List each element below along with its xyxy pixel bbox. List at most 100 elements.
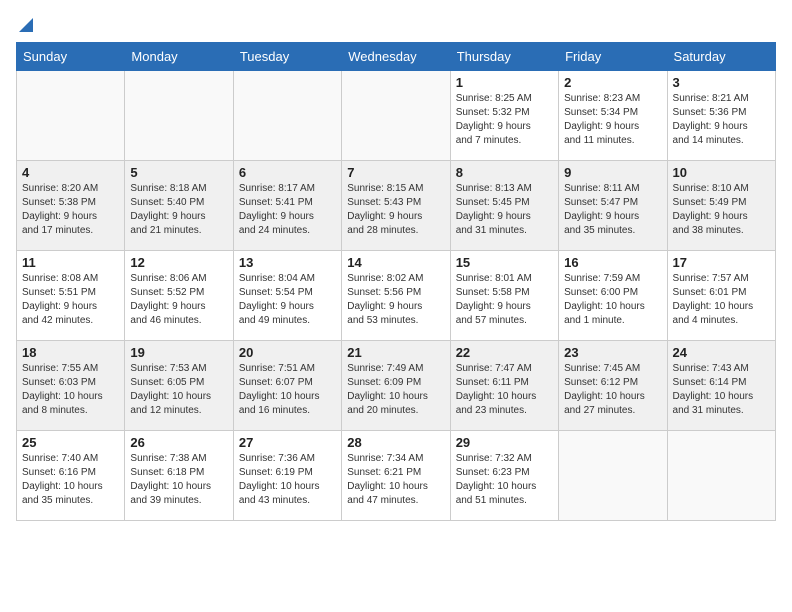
calendar-cell: 1Sunrise: 8:25 AM Sunset: 5:32 PM Daylig…: [450, 71, 558, 161]
calendar-cell: 13 Sunrise: 8:04 AM Sunset: 5:54 PM Dayli…: [233, 251, 341, 341]
day-info: Sunrise: 7:49 AM Sunset: 6:09 PM Dayligh…: [347, 362, 444, 418]
day-info: Sunrise: 7:57 AM Sunset: 6:01 PM Dayligh…: [673, 272, 770, 328]
day-number: 20: [239, 345, 336, 360]
day-info: Sunrise: 7:43 AM Sunset: 6:14 PM Dayligh…: [673, 362, 770, 418]
logo-triangle-icon: [17, 16, 35, 34]
calendar-cell: 8 Sunrise: 8:13 AM Sunset: 5:45 PM Daylig…: [450, 161, 558, 251]
day-number: 11: [22, 255, 119, 270]
day-number: 2: [564, 75, 661, 90]
calendar-cell: 23 Sunrise: 7:45 AM Sunset: 6:12 PM Dayli…: [559, 341, 667, 431]
day-info: Sunrise: 8:25 AM Sunset: 5:32 PM Dayligh…: [456, 92, 553, 148]
calendar-cell: 5 Sunrise: 8:18 AM Sunset: 5:40 PM Daylig…: [125, 161, 233, 251]
day-of-week-header: Thursday: [450, 43, 558, 71]
day-info: Sunrise: 7:45 AM Sunset: 6:12 PM Dayligh…: [564, 362, 661, 418]
day-info: Sunrise: 8:02 AM Sunset: 5:56 PM Dayligh…: [347, 272, 444, 328]
calendar-header-row: SundayMondayTuesdayWednesdayThursdayFrid…: [17, 43, 776, 71]
calendar-cell: 22 Sunrise: 7:47 AM Sunset: 6:11 PM Dayli…: [450, 341, 558, 431]
calendar-cell: 14 Sunrise: 8:02 AM Sunset: 5:56 PM Dayli…: [342, 251, 450, 341]
day-info: Sunrise: 7:59 AM Sunset: 6:00 PM Dayligh…: [564, 272, 661, 328]
day-info: Sunrise: 8:23 AM Sunset: 5:34 PM Dayligh…: [564, 92, 661, 148]
day-number: 4: [22, 165, 119, 180]
day-number: 25: [22, 435, 119, 450]
day-info: Sunrise: 8:13 AM Sunset: 5:45 PM Dayligh…: [456, 182, 553, 238]
day-number: 16: [564, 255, 661, 270]
calendar-cell: 28 Sunrise: 7:34 AM Sunset: 6:21 PM Dayli…: [342, 431, 450, 521]
day-info: Sunrise: 7:55 AM Sunset: 6:03 PM Dayligh…: [22, 362, 119, 418]
day-info: Sunrise: 8:15 AM Sunset: 5:43 PM Dayligh…: [347, 182, 444, 238]
day-info: Sunrise: 8:21 AM Sunset: 5:36 PM Dayligh…: [673, 92, 770, 148]
calendar-cell: 20 Sunrise: 7:51 AM Sunset: 6:07 PM Dayli…: [233, 341, 341, 431]
day-number: 19: [130, 345, 227, 360]
calendar-week-row: 4 Sunrise: 8:20 AM Sunset: 5:38 PM Daylig…: [17, 161, 776, 251]
calendar-cell: 12Sunrise: 8:06 AM Sunset: 5:52 PM Dayli…: [125, 251, 233, 341]
calendar-cell: 2 Sunrise: 8:23 AM Sunset: 5:34 PM Daylig…: [559, 71, 667, 161]
day-of-week-header: Monday: [125, 43, 233, 71]
calendar-week-row: 1Sunrise: 8:25 AM Sunset: 5:32 PM Daylig…: [17, 71, 776, 161]
calendar-cell: 17 Sunrise: 7:57 AM Sunset: 6:01 PM Dayli…: [667, 251, 775, 341]
day-number: 28: [347, 435, 444, 450]
calendar-cell: 11 Sunrise: 8:08 AM Sunset: 5:51 PM Dayli…: [17, 251, 125, 341]
day-info: Sunrise: 8:18 AM Sunset: 5:40 PM Dayligh…: [130, 182, 227, 238]
page-header: [16, 16, 776, 32]
day-info: Sunrise: 7:47 AM Sunset: 6:11 PM Dayligh…: [456, 362, 553, 418]
calendar-cell: 10Sunrise: 8:10 AM Sunset: 5:49 PM Dayli…: [667, 161, 775, 251]
calendar-cell: 19 Sunrise: 7:53 AM Sunset: 6:05 PM Dayli…: [125, 341, 233, 431]
logo: [16, 16, 35, 32]
day-number: 15: [456, 255, 553, 270]
calendar-cell: 15 Sunrise: 8:01 AM Sunset: 5:58 PM Dayli…: [450, 251, 558, 341]
calendar-cell: 3 Sunrise: 8:21 AM Sunset: 5:36 PM Daylig…: [667, 71, 775, 161]
day-info: Sunrise: 8:17 AM Sunset: 5:41 PM Dayligh…: [239, 182, 336, 238]
day-number: 26: [130, 435, 227, 450]
day-of-week-header: Saturday: [667, 43, 775, 71]
day-number: 18: [22, 345, 119, 360]
day-number: 24: [673, 345, 770, 360]
day-number: 27: [239, 435, 336, 450]
calendar-cell: [667, 431, 775, 521]
calendar-cell: [559, 431, 667, 521]
day-info: Sunrise: 7:40 AM Sunset: 6:16 PM Dayligh…: [22, 452, 119, 508]
day-of-week-header: Wednesday: [342, 43, 450, 71]
day-info: Sunrise: 7:36 AM Sunset: 6:19 PM Dayligh…: [239, 452, 336, 508]
calendar-cell: 7 Sunrise: 8:15 AM Sunset: 5:43 PM Daylig…: [342, 161, 450, 251]
calendar-cell: [342, 71, 450, 161]
day-number: 14: [347, 255, 444, 270]
day-number: 21: [347, 345, 444, 360]
day-info: Sunrise: 8:01 AM Sunset: 5:58 PM Dayligh…: [456, 272, 553, 328]
day-number: 7: [347, 165, 444, 180]
calendar-cell: [17, 71, 125, 161]
day-info: Sunrise: 8:20 AM Sunset: 5:38 PM Dayligh…: [22, 182, 119, 238]
day-info: Sunrise: 8:06 AM Sunset: 5:52 PM Dayligh…: [130, 272, 227, 328]
calendar-week-row: 25 Sunrise: 7:40 AM Sunset: 6:16 PM Dayli…: [17, 431, 776, 521]
day-info: Sunrise: 8:11 AM Sunset: 5:47 PM Dayligh…: [564, 182, 661, 238]
day-number: 5: [130, 165, 227, 180]
calendar-cell: 29Sunrise: 7:32 AM Sunset: 6:23 PM Dayli…: [450, 431, 558, 521]
calendar-cell: [233, 71, 341, 161]
calendar-week-row: 11 Sunrise: 8:08 AM Sunset: 5:51 PM Dayli…: [17, 251, 776, 341]
calendar-week-row: 18 Sunrise: 7:55 AM Sunset: 6:03 PM Dayli…: [17, 341, 776, 431]
day-number: 23: [564, 345, 661, 360]
calendar-cell: 18 Sunrise: 7:55 AM Sunset: 6:03 PM Dayli…: [17, 341, 125, 431]
day-info: Sunrise: 7:34 AM Sunset: 6:21 PM Dayligh…: [347, 452, 444, 508]
calendar-cell: [125, 71, 233, 161]
calendar-cell: 27 Sunrise: 7:36 AM Sunset: 6:19 PM Dayli…: [233, 431, 341, 521]
day-number: 22: [456, 345, 553, 360]
calendar-cell: 6Sunrise: 8:17 AM Sunset: 5:41 PM Daylig…: [233, 161, 341, 251]
day-number: 13: [239, 255, 336, 270]
day-info: Sunrise: 7:32 AM Sunset: 6:23 PM Dayligh…: [456, 452, 553, 508]
day-number: 9: [564, 165, 661, 180]
day-info: Sunrise: 7:53 AM Sunset: 6:05 PM Dayligh…: [130, 362, 227, 418]
day-number: 8: [456, 165, 553, 180]
day-info: Sunrise: 7:38 AM Sunset: 6:18 PM Dayligh…: [130, 452, 227, 508]
day-info: Sunrise: 8:10 AM Sunset: 5:49 PM Dayligh…: [673, 182, 770, 238]
day-info: Sunrise: 7:51 AM Sunset: 6:07 PM Dayligh…: [239, 362, 336, 418]
day-of-week-header: Friday: [559, 43, 667, 71]
day-number: 3: [673, 75, 770, 90]
calendar-cell: 4 Sunrise: 8:20 AM Sunset: 5:38 PM Daylig…: [17, 161, 125, 251]
calendar-cell: 16 Sunrise: 7:59 AM Sunset: 6:00 PM Dayli…: [559, 251, 667, 341]
day-number: 17: [673, 255, 770, 270]
calendar-cell: 25 Sunrise: 7:40 AM Sunset: 6:16 PM Dayli…: [17, 431, 125, 521]
calendar-cell: 21 Sunrise: 7:49 AM Sunset: 6:09 PM Dayli…: [342, 341, 450, 431]
day-info: Sunrise: 8:08 AM Sunset: 5:51 PM Dayligh…: [22, 272, 119, 328]
calendar-cell: 9 Sunrise: 8:11 AM Sunset: 5:47 PM Daylig…: [559, 161, 667, 251]
day-info: Sunrise: 8:04 AM Sunset: 5:54 PM Dayligh…: [239, 272, 336, 328]
